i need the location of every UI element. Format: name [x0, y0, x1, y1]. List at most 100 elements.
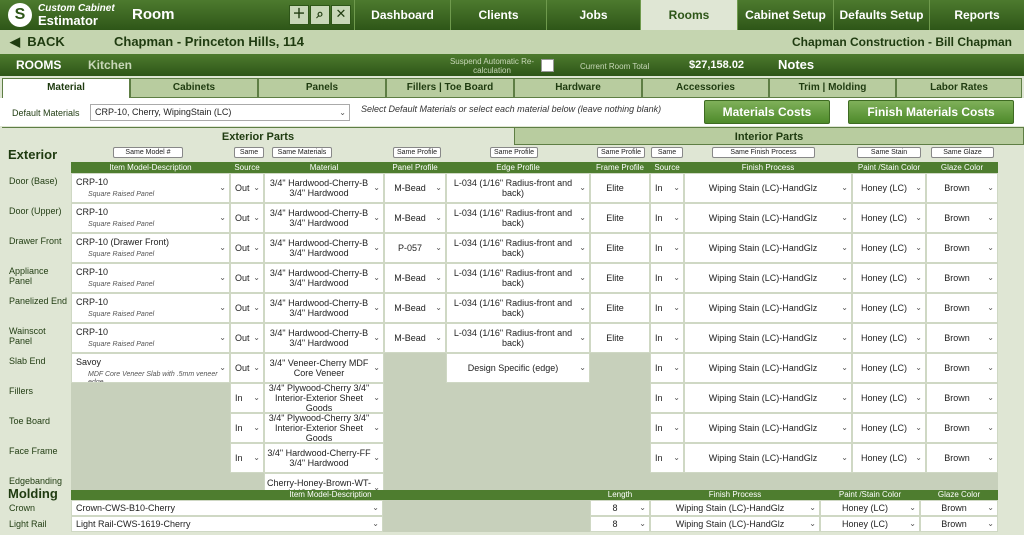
nav-dashboard[interactable]: Dashboard — [354, 0, 450, 30]
default-materials-select[interactable]: CRP-10, Cherry, WipingStain (LC) ⌄ — [90, 104, 350, 121]
source-select[interactable]: Out ⌄ — [230, 203, 264, 233]
source-select[interactable]: Out ⌄ — [230, 353, 264, 383]
panel-select[interactable]: M-Bead ⌄ — [384, 263, 446, 293]
room-name[interactable]: Kitchen — [88, 58, 132, 72]
edge-select[interactable]: Design Specific (edge) ⌄ — [446, 353, 590, 383]
stain-select[interactable]: Honey (LC) ⌄ — [852, 293, 926, 323]
source-select[interactable]: Out ⌄ — [230, 263, 264, 293]
finish-select[interactable]: Wiping Stain (LC)-HandGlz ⌄ — [684, 353, 852, 383]
material-select[interactable]: 3/4" Hardwood-Cherry-B 3/4" Hardwood ⌄ — [264, 263, 384, 293]
material-select[interactable]: 3/4" Hardwood-Cherry-B 3/4" Hardwood ⌄ — [264, 173, 384, 203]
source-select[interactable]: Out ⌄ — [230, 173, 264, 203]
nav-cabinet-setup[interactable]: Cabinet Setup — [737, 0, 833, 30]
material-select[interactable]: 3/4" Hardwood-Cherry-B 3/4" Hardwood ⌄ — [264, 293, 384, 323]
edge-select[interactable]: L-034 (1/16" Radius-front and back) ⌄ — [446, 323, 590, 353]
same-glaze-button[interactable]: Same Glaze — [931, 147, 994, 158]
stain-select[interactable]: Honey (LC) ⌄ — [852, 173, 926, 203]
stain-select[interactable]: Honey (LC) ⌄ — [852, 413, 926, 443]
molding-model-select[interactable]: Crown-CWS-B10-Cherry ⌄ — [71, 500, 383, 516]
panel-select[interactable]: P-057 ⌄ — [384, 233, 446, 263]
molding-finish-select[interactable]: Wiping Stain (LC)-HandGlz ⌄ — [650, 516, 820, 532]
model-select[interactable]: Square Raised Panel CRP-10 (Drawer Front)… — [71, 233, 230, 263]
panel-select[interactable]: M-Bead ⌄ — [384, 323, 446, 353]
glaze-select[interactable]: Brown ⌄ — [926, 413, 998, 443]
tab-labor-rates[interactable]: Labor Rates — [896, 78, 1022, 98]
molding-stain-select[interactable]: Honey (LC) ⌄ — [820, 516, 920, 532]
finish-select[interactable]: Wiping Stain (LC)-HandGlz ⌄ — [684, 413, 852, 443]
glaze-select[interactable]: Brown ⌄ — [926, 323, 998, 353]
molding-glaze-select[interactable]: Brown ⌄ — [920, 516, 998, 532]
same-frame-profile-button[interactable]: Same Profile — [597, 147, 645, 158]
source-select[interactable]: Out ⌄ — [230, 233, 264, 263]
edge-select[interactable]: L-034 (1/16" Radius-front and back) ⌄ — [446, 173, 590, 203]
frame-select[interactable]: Elite — [590, 323, 650, 353]
same-edge-profile-button[interactable]: Same Profile — [490, 147, 538, 158]
material-select[interactable]: 3/4" Plywood-Cherry 3/4" Interior-Exteri… — [264, 413, 384, 443]
same-panel-profile-button[interactable]: Same Profile — [393, 147, 441, 158]
frame-select[interactable]: Elite — [590, 233, 650, 263]
panel-select[interactable]: M-Bead ⌄ — [384, 203, 446, 233]
edge-select[interactable]: L-034 (1/16" Radius-front and back) ⌄ — [446, 293, 590, 323]
tab-material[interactable]: Material — [2, 78, 130, 98]
glaze-select[interactable]: Brown ⌄ — [926, 173, 998, 203]
nav-clients[interactable]: Clients — [450, 0, 546, 30]
tab-trim-molding[interactable]: Trim | Molding — [769, 78, 896, 98]
source2-select[interactable]: In ⌄ — [650, 233, 684, 263]
finish-select[interactable]: Wiping Stain (LC)-HandGlz ⌄ — [684, 383, 852, 413]
model-select[interactable]: Square Raised Panel CRP-10 ⌄ — [71, 293, 230, 323]
source2-select[interactable]: In ⌄ — [650, 413, 684, 443]
source-select[interactable]: In ⌄ — [230, 443, 264, 473]
source-select[interactable]: Out ⌄ — [230, 293, 264, 323]
molding-length-select[interactable]: 8 ⌄ — [590, 516, 650, 532]
same-source2-button[interactable]: Same — [651, 147, 683, 158]
same-stain-button[interactable]: Same Stain — [857, 147, 921, 158]
glaze-select[interactable]: Brown ⌄ — [926, 203, 998, 233]
notes-button[interactable]: Notes — [778, 57, 814, 72]
finish-select[interactable]: Wiping Stain (LC)-HandGlz ⌄ — [684, 443, 852, 473]
frame-select[interactable]: Elite — [590, 173, 650, 203]
stain-select[interactable]: Honey (LC) ⌄ — [852, 233, 926, 263]
nav-rooms[interactable]: Rooms — [640, 0, 737, 30]
source-select[interactable]: In ⌄ — [230, 383, 264, 413]
finish-select[interactable]: Wiping Stain (LC)-HandGlz ⌄ — [684, 323, 852, 353]
source-select[interactable]: In ⌄ — [230, 413, 264, 443]
model-select[interactable]: MDF Core Veneer Slab with .5mm veneer ed… — [71, 353, 230, 383]
search-icon[interactable]: ⌕ — [310, 5, 330, 25]
tab-fillers-toe-board[interactable]: Fillers | Toe Board — [386, 78, 514, 98]
edge-select[interactable]: L-034 (1/16" Radius-front and back) ⌄ — [446, 233, 590, 263]
molding-length-select[interactable]: 8 ⌄ — [590, 500, 650, 516]
molding-stain-select[interactable]: Honey (LC) ⌄ — [820, 500, 920, 516]
source2-select[interactable]: In ⌄ — [650, 323, 684, 353]
source2-select[interactable]: In ⌄ — [650, 383, 684, 413]
material-select[interactable]: 3/4" Hardwood-Cherry-B 3/4" Hardwood ⌄ — [264, 203, 384, 233]
material-select[interactable]: 3/4" Hardwood-Cherry-FF 3/4" Hardwood ⌄ — [264, 443, 384, 473]
source-select[interactable]: Out ⌄ — [230, 323, 264, 353]
finish-select[interactable]: Wiping Stain (LC)-HandGlz ⌄ — [684, 263, 852, 293]
glaze-select[interactable]: Brown ⌄ — [926, 443, 998, 473]
source2-select[interactable]: In ⌄ — [650, 293, 684, 323]
glaze-select[interactable]: Brown ⌄ — [926, 293, 998, 323]
source2-select[interactable]: In ⌄ — [650, 443, 684, 473]
finish-materials-costs-button[interactable]: Finish Materials Costs — [848, 100, 1014, 124]
source2-select[interactable]: In ⌄ — [650, 173, 684, 203]
material-select[interactable]: 3/4" Veneer-Cherry MDF Core Veneer ⌄ — [264, 353, 384, 383]
edge-select[interactable]: L-034 (1/16" Radius-front and back) ⌄ — [446, 263, 590, 293]
same-finish-process-button[interactable]: Same Finish Process — [712, 147, 815, 158]
stain-select[interactable]: Honey (LC) ⌄ — [852, 443, 926, 473]
panel-select[interactable]: M-Bead ⌄ — [384, 173, 446, 203]
nav-defaults-setup[interactable]: Defaults Setup — [833, 0, 929, 30]
stain-select[interactable]: Honey (LC) ⌄ — [852, 203, 926, 233]
tab-panels[interactable]: Panels — [258, 78, 386, 98]
nav-reports[interactable]: Reports — [929, 0, 1024, 30]
glaze-select[interactable]: Brown ⌄ — [926, 233, 998, 263]
stain-select[interactable]: Honey (LC) ⌄ — [852, 263, 926, 293]
finish-select[interactable]: Wiping Stain (LC)-HandGlz ⌄ — [684, 293, 852, 323]
glaze-select[interactable]: Brown ⌄ — [926, 263, 998, 293]
tab-accessories[interactable]: Accessories — [642, 78, 769, 98]
stain-select[interactable]: Honey (LC) ⌄ — [852, 323, 926, 353]
finish-select[interactable]: Wiping Stain (LC)-HandGlz ⌄ — [684, 233, 852, 263]
edge-select[interactable]: L-034 (1/16" Radius-front and back) ⌄ — [446, 203, 590, 233]
source2-select[interactable]: In ⌄ — [650, 203, 684, 233]
molding-finish-select[interactable]: Wiping Stain (LC)-HandGlz ⌄ — [650, 500, 820, 516]
stain-select[interactable]: Honey (LC) ⌄ — [852, 383, 926, 413]
